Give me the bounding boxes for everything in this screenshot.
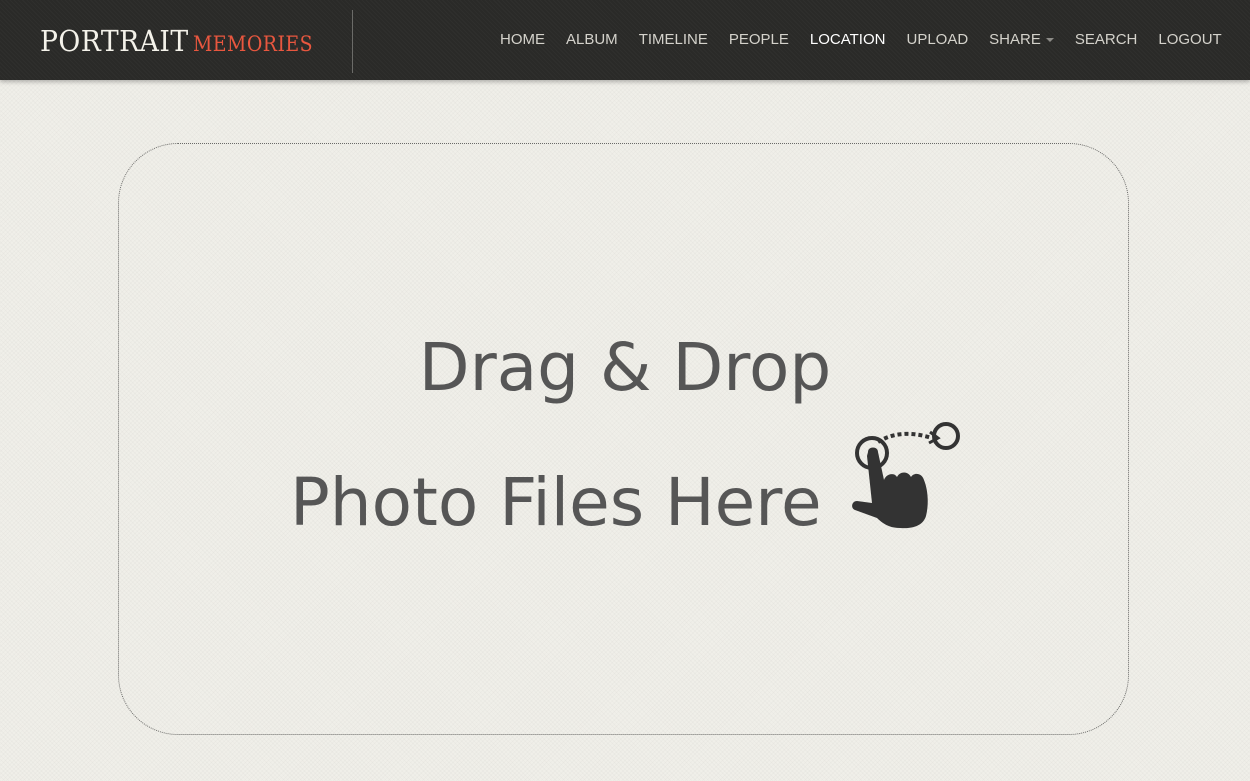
nav-home[interactable]: HOME <box>500 31 545 48</box>
nav-upload[interactable]: UPLOAD <box>906 31 968 48</box>
caret-down-icon <box>1045 38 1054 42</box>
nav-timeline[interactable]: TIMELINE <box>639 31 708 48</box>
photo-drop-zone[interactable] <box>118 143 1129 735</box>
nav-album[interactable]: ALBUM <box>566 31 618 48</box>
drop-subheading: Photo Files Here <box>290 464 822 541</box>
nav-search[interactable]: SEARCH <box>1075 31 1138 48</box>
nav-logout[interactable]: LOGOUT <box>1158 31 1221 48</box>
drag-gesture-icon <box>852 422 960 529</box>
drop-heading: Drag & Drop <box>418 329 832 406</box>
nav-people[interactable]: PEOPLE <box>729 31 789 48</box>
brand-accent: MEMORIES <box>192 32 313 56</box>
brand-divider <box>352 10 353 73</box>
brand-name: PORTRAIT <box>40 24 189 58</box>
brand-logo[interactable]: PORTRAIT MEMORIES <box>40 24 326 60</box>
nav-share[interactable]: SHARE <box>989 31 1054 48</box>
top-navbar: PORTRAIT MEMORIES HOME ALBUM TIMELINE PE… <box>0 0 1250 80</box>
nav-location[interactable]: LOCATION <box>810 31 886 48</box>
main-nav: HOME ALBUM TIMELINE PEOPLE LOCATION UPLO… <box>500 29 1243 49</box>
nav-share-label: SHARE <box>989 30 1041 48</box>
